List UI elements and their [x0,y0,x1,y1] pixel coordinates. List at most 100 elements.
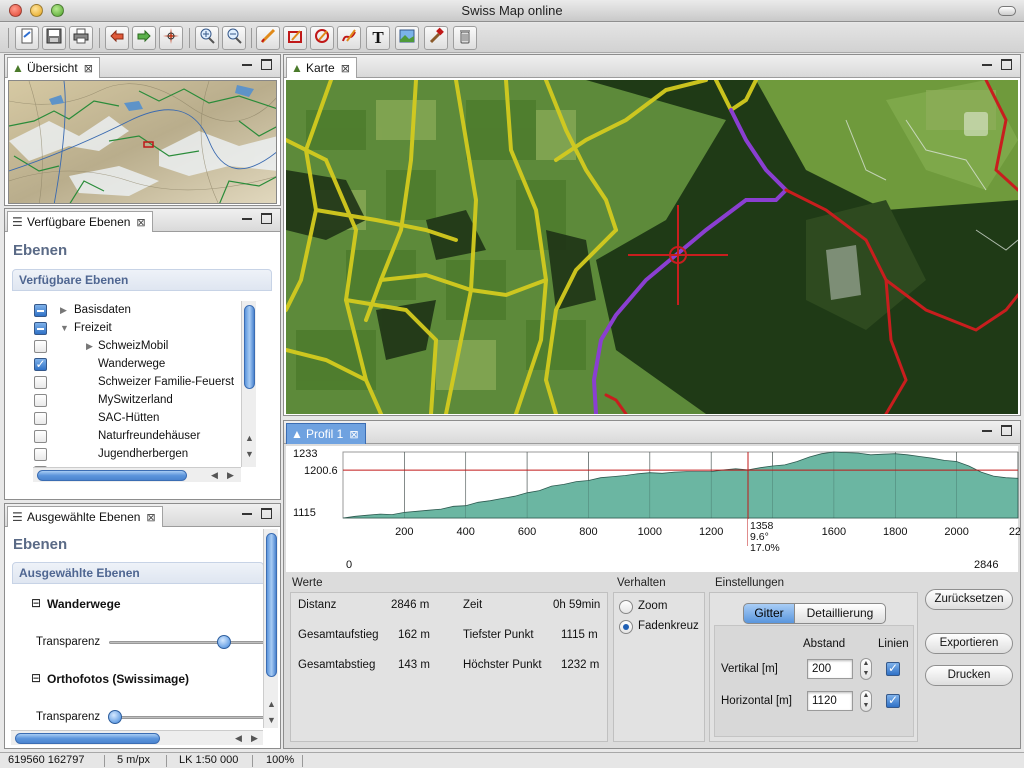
scroll-down-icon[interactable]: ▼ [267,715,276,725]
layer-item[interactable]: Jugendherbergen [12,445,240,463]
layer-tree-hscrollbar[interactable]: ◀ ▶ [33,467,241,482]
close-icon[interactable]: ⊠ [146,512,155,524]
layer-item[interactable]: Naturfreundehäuser [12,427,240,445]
horizontal-spacing-input[interactable]: 1120 [807,691,853,711]
close-icon[interactable]: ⊠ [349,429,358,441]
export-button[interactable]: Exportieren [925,633,1013,654]
transparency-slider-wanderwege[interactable] [109,641,265,644]
layer-item[interactable]: ▼ Freizeit [12,319,240,337]
layer-checkbox[interactable] [34,340,47,353]
layer-item[interactable]: ▶ SchweizMobil [12,337,240,355]
new-icon[interactable] [15,26,39,50]
minimize-icon[interactable] [242,509,252,515]
collapse-icon[interactable]: ⊟ [31,671,41,685]
selected-hscroll-thumb[interactable] [15,733,160,744]
reset-button[interactable]: Zurücksetzen [925,589,1013,610]
tab-map[interactable]: ▲ Karte ⊠ [286,57,357,78]
scroll-right-icon[interactable]: ▶ [227,470,234,481]
scroll-left-icon[interactable]: ◀ [235,733,242,744]
profile-chart-area[interactable]: 12331200.6111520040060080010001200140016… [286,446,1024,572]
scroll-right-icon[interactable]: ▶ [251,733,258,744]
layer-item[interactable]: Schweizer Familie-Feuerst [12,373,240,391]
layer-checkbox[interactable] [34,376,47,389]
vertical-lines-checkbox[interactable]: ✓ [886,662,900,676]
trash-icon[interactable] [453,26,477,50]
selected-vscrollbar[interactable]: ▲ ▼ [263,529,278,728]
minimize-icon[interactable] [982,60,992,66]
minimize-icon[interactable] [242,60,252,66]
tab-available-layers[interactable]: ☰ Verfügbare Ebenen ⊠ [7,211,153,232]
layer-checkbox[interactable] [34,394,47,407]
redo-icon[interactable] [132,26,156,50]
expanded-arrow-icon[interactable]: ▼ [60,319,69,337]
close-icon[interactable]: ⊠ [341,63,350,75]
maximize-icon[interactable] [1001,425,1012,436]
draw-area-icon[interactable] [283,26,307,50]
maximize-icon[interactable] [1001,59,1012,70]
print-button[interactable]: Drucken [925,665,1013,686]
draw-circle-icon[interactable] [310,26,334,50]
selected-hscrollbar[interactable]: ◀ ▶ [11,730,263,745]
layer-item[interactable]: SAC-Hütten [12,409,240,427]
layer-item[interactable]: MySwitzerland [12,391,240,409]
save-icon[interactable] [42,26,66,50]
zoom-radio[interactable] [619,600,633,614]
undo-icon[interactable] [105,26,129,50]
window-close-button[interactable] [9,4,22,17]
close-icon[interactable]: ⊠ [84,63,93,75]
layer-tree-vscrollbar[interactable]: ▲ ▼ [241,301,256,467]
transparency-slider-knob[interactable] [217,635,232,649]
layer-tree-vscroll-thumb[interactable] [244,305,255,389]
tab-selected-layers[interactable]: ☰ Ausgewählte Ebenen ⊠ [7,506,163,527]
elevation-profile-chart[interactable]: 12331200.6111520040060080010001200140016… [286,446,1024,572]
vertical-stepper[interactable]: ▲ ▼ [860,658,872,680]
layer-checkbox[interactable]: ✓ [34,358,47,371]
transparency-slider-orthofotos[interactable] [109,716,265,719]
toolbar-toggle-button[interactable] [998,6,1016,16]
crosshair-radio[interactable] [619,620,633,634]
horizontal-stepper[interactable]: ▲ ▼ [860,690,872,712]
tab-overview[interactable]: ▲ Übersicht ⊠ [7,57,100,78]
scroll-up-icon[interactable]: ▲ [245,433,254,443]
window-zoom-button[interactable] [51,4,64,17]
window-minimize-button[interactable] [30,4,43,17]
layer-checkbox[interactable] [34,304,47,317]
overview-map[interactable] [8,80,277,204]
scroll-up-icon[interactable]: ▲ [267,699,276,709]
selected-vscroll-thumb[interactable] [266,533,277,677]
minimize-icon[interactable] [982,426,992,432]
hammer-icon[interactable] [424,26,448,50]
tab-profile[interactable]: ▲ Profil 1 ⊠ [286,423,366,444]
scroll-down-icon[interactable]: ▼ [245,449,254,459]
layer-checkbox[interactable] [34,448,47,461]
compass-icon[interactable] [159,26,183,50]
zoom-out-icon[interactable] [222,26,246,50]
text-tool-icon[interactable]: T [366,26,390,50]
maximize-icon[interactable] [261,59,272,70]
tab-grid[interactable]: Gitter [743,603,795,624]
layer-checkbox[interactable] [34,430,47,443]
layer-item[interactable]: ▶ Basisdaten [12,301,240,319]
close-icon[interactable]: ⊠ [136,217,145,229]
maximize-icon[interactable] [261,213,272,224]
vertical-spacing-input[interactable]: 200 [807,659,853,679]
scroll-left-icon[interactable]: ◀ [211,470,218,481]
maximize-icon[interactable] [261,508,272,519]
draw-line-icon[interactable] [256,26,280,50]
layer-checkbox[interactable] [34,322,47,335]
layer-item[interactable]: ✓ Wanderwege [12,355,240,373]
layer-checkbox[interactable] [34,412,47,425]
zoom-in-icon[interactable] [195,26,219,50]
image-icon[interactable] [395,26,419,50]
horizontal-lines-checkbox[interactable]: ✓ [886,694,900,708]
collapsed-arrow-icon[interactable]: ▶ [60,301,67,319]
transparency-slider-knob[interactable] [108,710,123,724]
layer-tree-hscroll-thumb[interactable] [37,470,187,481]
map-view[interactable] [286,80,1018,414]
collapse-icon[interactable]: ⊟ [31,596,41,610]
minimize-icon[interactable] [242,214,252,220]
tab-detail[interactable]: Detaillierung [794,603,886,624]
collapsed-arrow-icon[interactable]: ▶ [86,337,93,355]
print-icon[interactable] [69,26,93,50]
draw-route-icon[interactable] [337,26,361,50]
